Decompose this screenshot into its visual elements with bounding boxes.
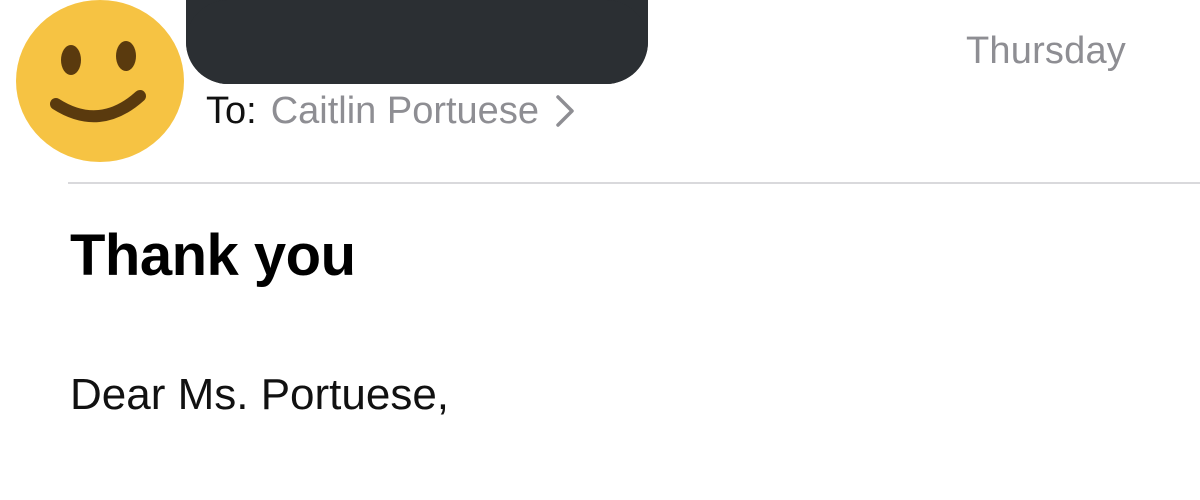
recipient-row[interactable]: To: Caitlin Portuese	[206, 86, 577, 136]
message-subject: Thank you	[70, 223, 356, 288]
message-body: Dear Ms. Portuese,	[70, 370, 450, 419]
sender-name-redacted	[186, 0, 648, 84]
chevron-right-icon[interactable]	[553, 93, 577, 129]
header-divider	[68, 182, 1200, 184]
to-label: To:	[206, 89, 257, 132]
smiley-face-icon	[16, 0, 184, 162]
sender-avatar[interactable]	[16, 0, 184, 162]
message-date: Thursday	[965, 30, 1126, 72]
recipient-name[interactable]: Caitlin Portuese	[271, 90, 539, 133]
